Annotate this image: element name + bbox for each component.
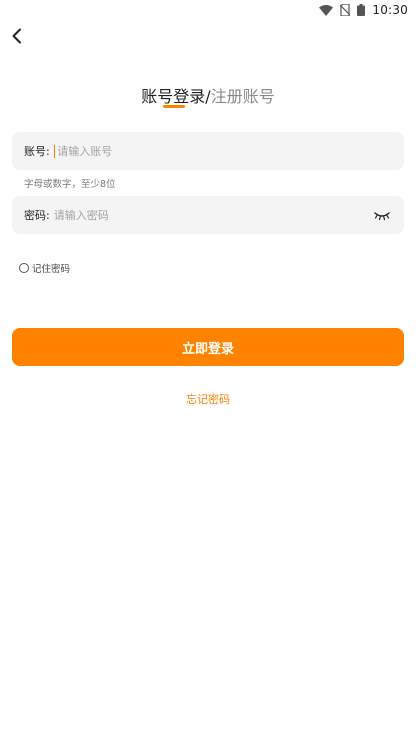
active-tab-indicator (163, 105, 185, 108)
account-input[interactable] (55, 141, 404, 161)
remember-password-option[interactable]: 记住密码 (19, 261, 70, 275)
battery-icon (357, 4, 366, 16)
account-hint: 字母或数字，至少8位 (24, 179, 116, 190)
tab-register[interactable]: 注册账号 (211, 83, 275, 107)
account-field[interactable]: 账号: (12, 132, 404, 170)
password-input[interactable] (49, 205, 404, 225)
auth-tabs: 账号登录 / 注册账号 (0, 83, 416, 107)
remember-radio[interactable] (19, 263, 29, 273)
password-label: 密码: (24, 209, 50, 222)
account-label: 账号: (24, 145, 50, 158)
login-button[interactable]: 立即登录 (12, 328, 404, 366)
remember-password-label: 记住密码 (32, 264, 71, 275)
tab-login[interactable]: 账号登录 (141, 83, 205, 107)
status-time: 10:30 (372, 3, 408, 17)
back-button[interactable] (5, 26, 29, 50)
wifi-icon (319, 4, 334, 16)
forgot-password-link[interactable]: 忘记密码 (0, 391, 416, 407)
no-sim-icon (340, 4, 351, 16)
eye-closed-icon (374, 206, 390, 225)
password-field[interactable]: 密码: (12, 196, 404, 234)
password-visibility-toggle[interactable] (372, 205, 392, 225)
chevron-left-icon (11, 28, 23, 48)
status-bar: 10:30 (0, 0, 416, 20)
